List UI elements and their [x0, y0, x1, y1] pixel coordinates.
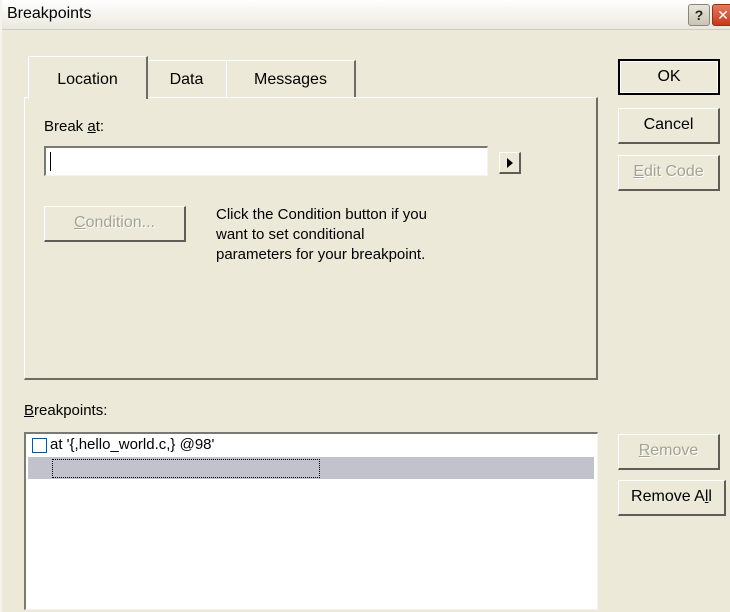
- condition-help-line-3: parameters for your breakpoint.: [216, 246, 426, 263]
- edit-code-mnemonic: E: [633, 163, 645, 180]
- cancel-label: Cancel: [643, 116, 694, 133]
- tab-messages-label: Messages: [254, 71, 327, 88]
- close-button[interactable]: ✕: [712, 4, 730, 26]
- list-item[interactable]: at '{,hello_world.c,} @98': [28, 435, 594, 457]
- break-at-mnemonic: a: [87, 118, 96, 135]
- edit-code-label: dit Code: [644, 163, 704, 180]
- triangle-right-icon: [507, 158, 513, 168]
- break-at-label-text: Break: [44, 118, 88, 135]
- break-at-input[interactable]: [44, 146, 488, 176]
- remove-all-button[interactable]: Remove All: [618, 480, 726, 516]
- breakpoints-dialog: Breakpoints ? ✕ Location Data Messages B…: [0, 0, 730, 612]
- ok-label: OK: [657, 68, 681, 85]
- remove-mnemonic: R: [638, 442, 651, 459]
- close-icon: ✕: [717, 7, 729, 23]
- help-button[interactable]: ?: [688, 4, 710, 26]
- focus-rectangle: [52, 459, 320, 478]
- tab-location[interactable]: Location: [28, 56, 148, 99]
- condition-help-line-1: Click the Condition button if you: [216, 206, 427, 223]
- remove-all-label-suffix: l: [708, 488, 712, 505]
- ok-button[interactable]: OK: [618, 59, 720, 95]
- breakpoint-text: at '{,hello_world.c,} @98': [50, 436, 215, 453]
- question-mark-icon: ?: [694, 7, 704, 23]
- break-at-arrow-button[interactable]: [499, 152, 521, 174]
- list-item-empty-selected[interactable]: [28, 457, 594, 479]
- remove-button[interactable]: Remove: [618, 434, 720, 470]
- cancel-button[interactable]: Cancel: [618, 108, 720, 144]
- tab-data[interactable]: Data: [146, 60, 228, 98]
- break-at-label: Break at:: [44, 118, 104, 135]
- breakpoints-label-text: reakpoints:: [34, 402, 108, 419]
- remove-all-label: Remove A: [631, 488, 705, 505]
- text-caret: [50, 152, 51, 171]
- tab-data-label: Data: [169, 71, 204, 88]
- dialog-title: Breakpoints: [7, 5, 92, 22]
- edit-code-button[interactable]: Edit Code: [618, 155, 720, 191]
- condition-mnemonic: C: [74, 214, 86, 231]
- remove-label: emove: [650, 442, 699, 459]
- condition-button[interactable]: Condition...: [44, 206, 186, 242]
- break-at-label-suffix: t:: [95, 118, 105, 135]
- breakpoints-mnemonic: B: [24, 402, 35, 419]
- condition-help-line-2: want to set conditional: [216, 226, 365, 243]
- breakpoints-label: Breakpoints:: [24, 402, 107, 419]
- breakpoint-checkbox[interactable]: [32, 438, 47, 453]
- tab-messages[interactable]: Messages: [226, 60, 356, 98]
- tab-location-label: Location: [57, 71, 118, 88]
- condition-label: ondition...: [85, 214, 155, 231]
- breakpoints-list[interactable]: at '{,hello_world.c,} @98': [24, 432, 598, 610]
- title-bar[interactable]: Breakpoints ? ✕: [2, 0, 730, 30]
